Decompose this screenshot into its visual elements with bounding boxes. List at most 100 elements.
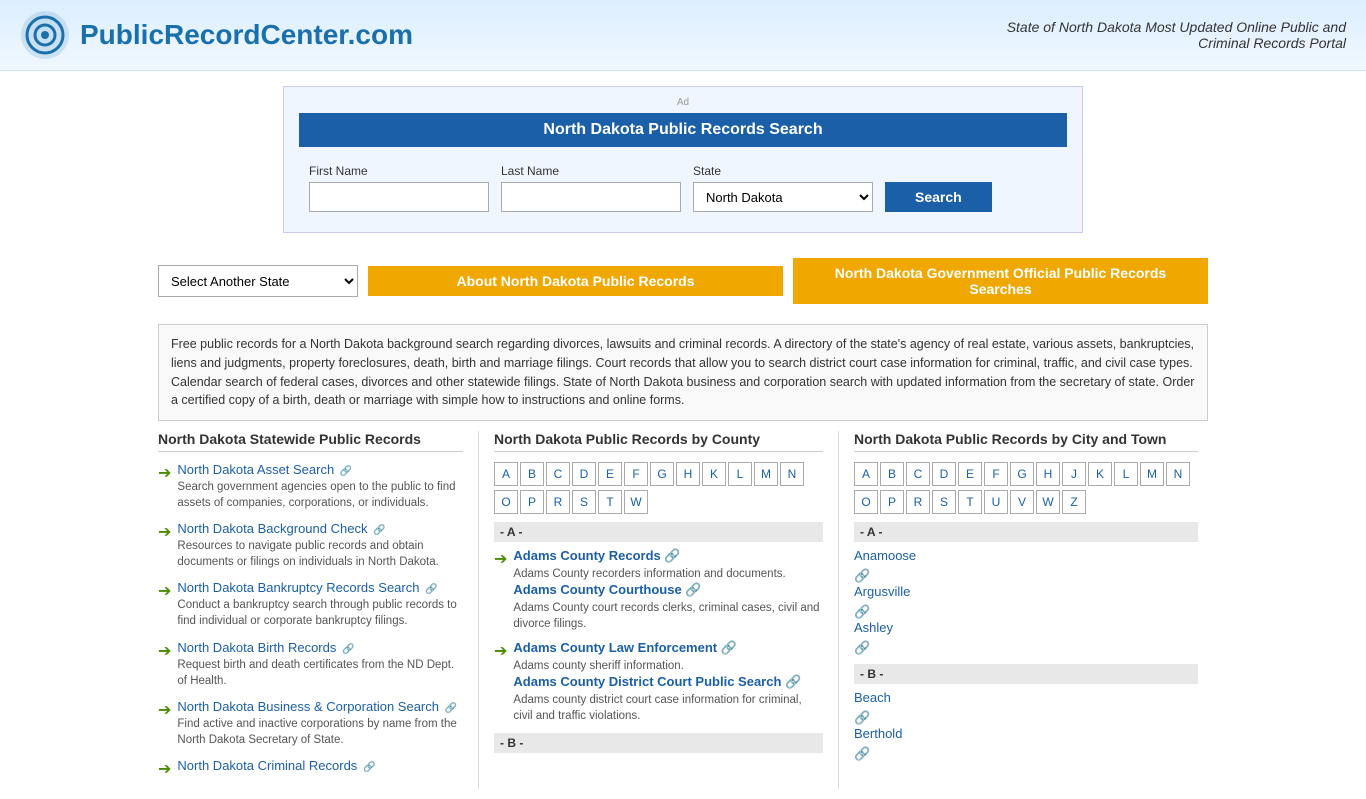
city-letter-btn-J[interactable]: J bbox=[1062, 462, 1086, 486]
city-letter-nav-row1: A B C D E F G H J K L M N bbox=[854, 462, 1198, 486]
last-name-group: Last Name bbox=[501, 164, 681, 212]
gov-search-button[interactable]: North Dakota Government Official Public … bbox=[793, 258, 1208, 304]
letter-btn-B[interactable]: B bbox=[520, 462, 544, 486]
search-button[interactable]: Search bbox=[885, 182, 992, 212]
city-letter-btn-F[interactable]: F bbox=[984, 462, 1008, 486]
letter-btn-M[interactable]: M bbox=[754, 462, 778, 486]
county-link[interactable]: Adams County Law Enforcement bbox=[513, 640, 717, 655]
state-select-search[interactable]: North Dakota bbox=[693, 182, 873, 212]
record-link[interactable]: North Dakota Business & Corporation Sear… bbox=[177, 699, 439, 714]
col-statewide: North Dakota Statewide Public Records ➔ … bbox=[158, 431, 478, 789]
city-letter-btn-T[interactable]: T bbox=[958, 490, 982, 514]
ext-icon: 🔗 bbox=[363, 762, 375, 773]
letter-btn-E[interactable]: E bbox=[598, 462, 622, 486]
letter-btn-H[interactable]: H bbox=[676, 462, 700, 486]
about-nd-button[interactable]: About North Dakota Public Records bbox=[368, 266, 783, 296]
city-heading: North Dakota Public Records by City and … bbox=[854, 431, 1198, 452]
letter-btn-G[interactable]: G bbox=[650, 462, 674, 486]
letter-btn-S[interactable]: S bbox=[572, 490, 596, 514]
city-link-beach[interactable]: Beach bbox=[854, 690, 1198, 705]
record-content: North Dakota Birth Records 🔗 Request bir… bbox=[177, 640, 463, 689]
city-letter-btn-G[interactable]: G bbox=[1010, 462, 1034, 486]
county-letter-nav-row1: A B C D E F G H K L M N bbox=[494, 462, 823, 486]
city-letter-btn-Z[interactable]: Z bbox=[1062, 490, 1086, 514]
county-sub-link[interactable]: Adams County Courthouse bbox=[513, 582, 681, 597]
letter-btn-W[interactable]: W bbox=[624, 490, 648, 514]
state-group: State North Dakota bbox=[693, 164, 873, 212]
ext-icon: 🔗 bbox=[445, 703, 457, 714]
arrow-icon: ➔ bbox=[494, 549, 507, 632]
record-item: ➔ North Dakota Birth Records 🔗 Request b… bbox=[158, 640, 463, 689]
letter-btn-P[interactable]: P bbox=[520, 490, 544, 514]
city-letter-btn-U[interactable]: U bbox=[984, 490, 1008, 514]
logo-area: PublicRecordCenter.com bbox=[20, 10, 413, 60]
record-content: North Dakota Asset Search 🔗 Search gover… bbox=[177, 462, 463, 511]
city-letter-btn-E[interactable]: E bbox=[958, 462, 982, 486]
city-link-argusville[interactable]: Argusville bbox=[854, 584, 1198, 599]
ext-icon: 🔗 bbox=[854, 568, 870, 583]
county-sub-link[interactable]: Adams County District Court Public Searc… bbox=[513, 674, 781, 689]
logo-icon bbox=[20, 10, 70, 60]
last-name-input[interactable] bbox=[501, 182, 681, 212]
first-name-group: First Name bbox=[309, 164, 489, 212]
letter-btn-T[interactable]: T bbox=[598, 490, 622, 514]
ext-icon: 🔗 bbox=[854, 746, 870, 761]
state-select-nav[interactable]: Select Another State bbox=[158, 265, 358, 297]
record-link[interactable]: North Dakota Birth Records bbox=[177, 640, 336, 655]
city-letter-btn-D[interactable]: D bbox=[932, 462, 956, 486]
city-letter-btn-R[interactable]: R bbox=[906, 490, 930, 514]
city-letter-btn-V[interactable]: V bbox=[1010, 490, 1034, 514]
ad-search-container: Ad North Dakota Public Records Search Fi… bbox=[283, 86, 1083, 233]
city-letter-btn-M[interactable]: M bbox=[1140, 462, 1164, 486]
record-link[interactable]: North Dakota Background Check bbox=[177, 521, 367, 536]
record-link[interactable]: North Dakota Criminal Records bbox=[177, 758, 357, 773]
record-content: North Dakota Background Check 🔗 Resource… bbox=[177, 521, 463, 570]
col-city: North Dakota Public Records by City and … bbox=[838, 431, 1198, 789]
letter-btn-F[interactable]: F bbox=[624, 462, 648, 486]
letter-btn-K[interactable]: K bbox=[702, 462, 726, 486]
letter-btn-R[interactable]: R bbox=[546, 490, 570, 514]
first-name-input[interactable] bbox=[309, 182, 489, 212]
city-letter-btn-O[interactable]: O bbox=[854, 490, 878, 514]
city-letter-btn-K[interactable]: K bbox=[1088, 462, 1112, 486]
city-letter-btn-H[interactable]: H bbox=[1036, 462, 1060, 486]
last-name-label: Last Name bbox=[501, 164, 681, 178]
arrow-icon: ➔ bbox=[494, 641, 507, 724]
city-link-anamoose[interactable]: Anamoose bbox=[854, 548, 1198, 563]
record-link[interactable]: North Dakota Asset Search bbox=[177, 462, 334, 477]
record-desc: Conduct a bankruptcy search through publ… bbox=[177, 597, 463, 629]
record-desc: Find active and inactive corporations by… bbox=[177, 716, 463, 748]
city-letter-btn-N[interactable]: N bbox=[1166, 462, 1190, 486]
city-link-berthold[interactable]: Berthold bbox=[854, 726, 1198, 741]
letter-btn-L[interactable]: L bbox=[728, 462, 752, 486]
letter-btn-C[interactable]: C bbox=[546, 462, 570, 486]
ext-icon: 🔗 bbox=[373, 525, 385, 536]
county-item: ➔ Adams County Law Enforcement 🔗 Adams c… bbox=[494, 640, 823, 724]
state-label: State bbox=[693, 164, 873, 178]
arrow-icon: ➔ bbox=[158, 463, 171, 511]
arrow-icon: ➔ bbox=[158, 641, 171, 689]
letter-btn-O[interactable]: O bbox=[494, 490, 518, 514]
city-letter-btn-C[interactable]: C bbox=[906, 462, 930, 486]
letter-btn-A[interactable]: A bbox=[494, 462, 518, 486]
city-letter-btn-W[interactable]: W bbox=[1036, 490, 1060, 514]
city-letter-btn-S[interactable]: S bbox=[932, 490, 956, 514]
record-link[interactable]: North Dakota Bankruptcy Records Search bbox=[177, 580, 419, 595]
county-content: Adams County Law Enforcement 🔗 Adams cou… bbox=[513, 640, 823, 724]
ext-icon: 🔗 bbox=[854, 710, 870, 725]
city-letter-btn-B[interactable]: B bbox=[880, 462, 904, 486]
city-letter-nav-row2: O P R S T U V W Z bbox=[854, 490, 1198, 514]
city-letter-btn-L[interactable]: L bbox=[1114, 462, 1138, 486]
ext-icon: 🔗 bbox=[721, 640, 737, 655]
city-letter-btn-P[interactable]: P bbox=[880, 490, 904, 514]
city-section-a: - A - bbox=[854, 522, 1198, 542]
record-item: ➔ North Dakota Asset Search 🔗 Search gov… bbox=[158, 462, 463, 511]
statewide-heading: North Dakota Statewide Public Records bbox=[158, 431, 463, 452]
letter-btn-D[interactable]: D bbox=[572, 462, 596, 486]
ad-label: Ad bbox=[299, 97, 1067, 108]
arrow-icon: ➔ bbox=[158, 522, 171, 570]
letter-btn-N[interactable]: N bbox=[780, 462, 804, 486]
county-link[interactable]: Adams County Records bbox=[513, 548, 660, 563]
city-letter-btn-A[interactable]: A bbox=[854, 462, 878, 486]
city-link-ashley[interactable]: Ashley bbox=[854, 620, 1198, 635]
